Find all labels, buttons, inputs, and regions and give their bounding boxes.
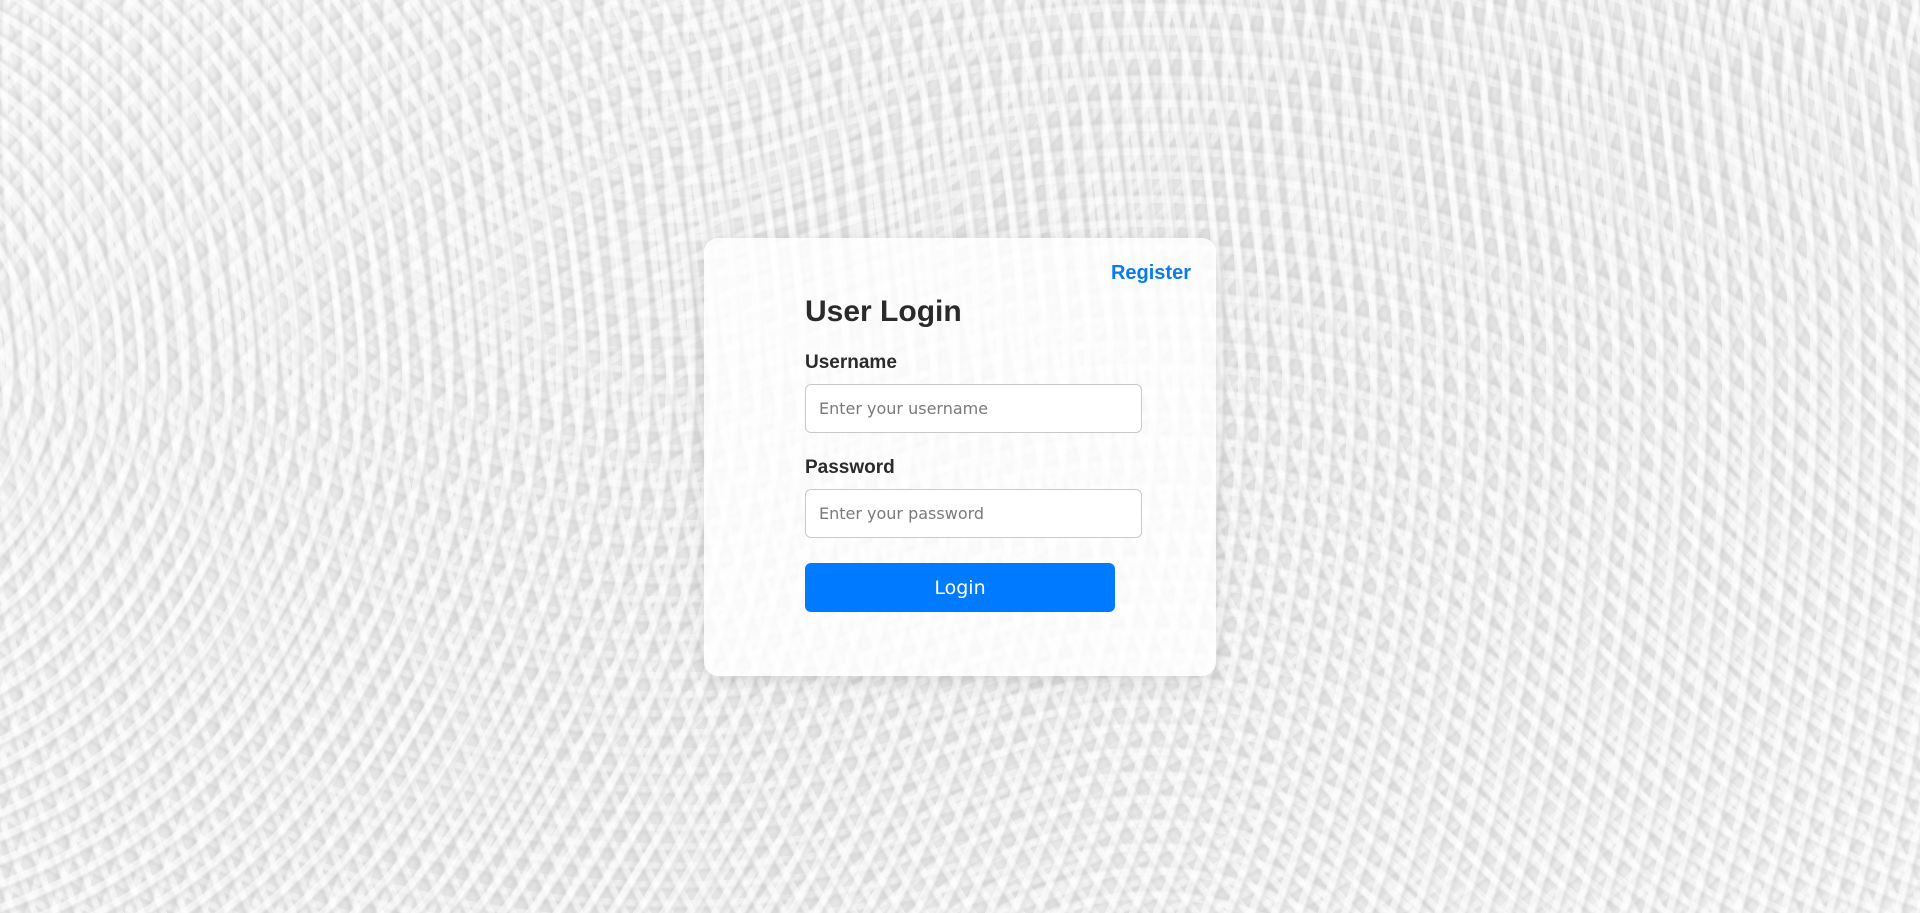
login-card: Register User Login Username Password Lo… bbox=[704, 238, 1216, 676]
username-label: Username bbox=[805, 352, 897, 373]
page-title: User Login bbox=[805, 295, 962, 328]
login-form: User Login Username Password Login bbox=[805, 294, 1142, 612]
password-label: Password bbox=[805, 457, 895, 478]
register-link[interactable]: Register bbox=[1111, 262, 1191, 285]
login-button[interactable]: Login bbox=[805, 563, 1115, 612]
username-input[interactable] bbox=[805, 384, 1142, 433]
password-input[interactable] bbox=[805, 489, 1142, 538]
